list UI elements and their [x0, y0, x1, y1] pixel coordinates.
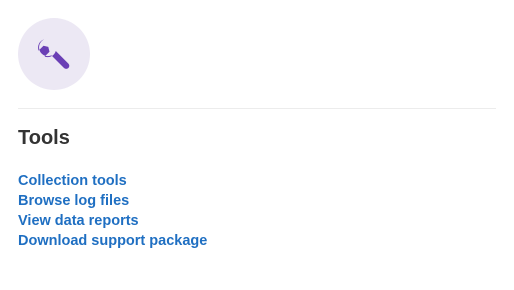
tools-card: Tools Collection tools Browse log files …	[0, 0, 514, 290]
wrench-icon	[38, 39, 70, 69]
view-data-reports-link[interactable]: View data reports	[18, 213, 139, 229]
download-support-package-link[interactable]: Download support package	[18, 233, 207, 249]
section-title: Tools	[18, 127, 70, 149]
tools-icon-badge	[18, 18, 90, 90]
list-item: Download support package	[18, 231, 207, 251]
tools-link-list: Collection tools Browse log files View d…	[18, 171, 207, 251]
divider	[18, 108, 496, 109]
list-item: Collection tools	[18, 171, 207, 191]
list-item: View data reports	[18, 211, 207, 231]
browse-log-files-link[interactable]: Browse log files	[18, 193, 129, 209]
collection-tools-link[interactable]: Collection tools	[18, 173, 127, 189]
list-item: Browse log files	[18, 191, 207, 211]
